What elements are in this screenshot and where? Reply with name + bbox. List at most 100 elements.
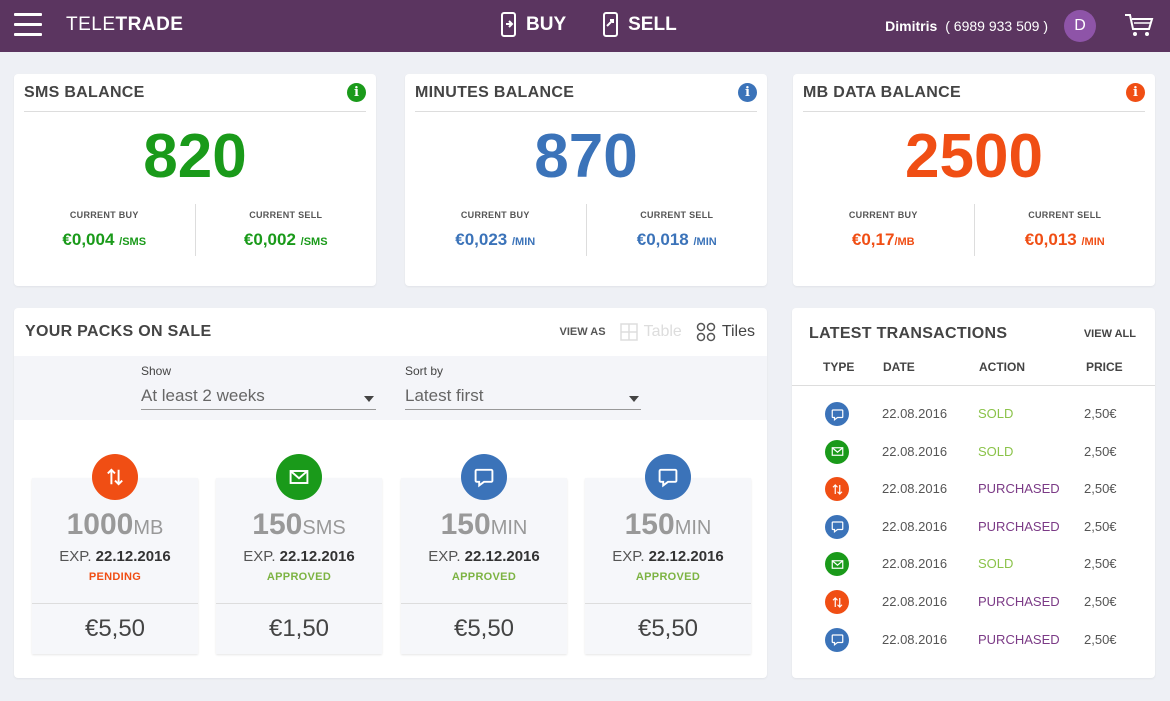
current-sell-price: €0,013 /MIN xyxy=(1024,230,1105,249)
table-row[interactable]: 22.08.2016 SOLD 2,50€ xyxy=(792,396,1170,433)
pack-tile[interactable]: 150MIN EXP. 22.12.2016 APPROVED €5,50 xyxy=(401,478,567,654)
tx-date: 22.08.2016 xyxy=(882,406,948,421)
pack-tile[interactable]: 150MIN EXP. 22.12.2016 APPROVED €5,50 xyxy=(585,478,751,654)
user-menu[interactable]: Dimitris ( 6989 933 509 ) D xyxy=(885,10,1096,42)
show-select[interactable]: At least 2 weeks xyxy=(141,382,376,410)
pack-unit: SMS xyxy=(302,517,346,539)
card-title: SMS BALANCE xyxy=(24,83,145,101)
pack-amount: 150SMS xyxy=(252,508,346,541)
status-badge: PENDING xyxy=(88,571,142,583)
phone-out-icon xyxy=(603,12,619,37)
col-date: DATE xyxy=(883,360,915,374)
pack-tile[interactable]: 1000MB EXP. 22.12.2016 PENDING €5,50 xyxy=(32,478,198,654)
status-badge: APPROVED xyxy=(635,571,701,583)
current-sell-label: CURRENT SELL xyxy=(640,210,714,220)
balance-value: 870 xyxy=(534,122,638,191)
info-icon[interactable]: i xyxy=(1126,83,1145,102)
tx-price: 2,50€ xyxy=(1084,594,1117,609)
pack-unit: MIN xyxy=(490,517,528,539)
current-buy-label: CURRENT BUY xyxy=(848,210,918,220)
pack-price: €5,50 xyxy=(32,603,198,654)
tx-action: SOLD xyxy=(978,556,1014,572)
pack-amount: 1000MB xyxy=(66,508,164,541)
tx-date: 22.08.2016 xyxy=(882,443,948,459)
sell-button[interactable]: SELL xyxy=(602,12,677,38)
status-badge: APPROVED xyxy=(451,571,517,583)
buy-label: BUY xyxy=(526,14,567,35)
chevron-down-icon xyxy=(364,395,374,402)
info-icon[interactable]: i xyxy=(347,83,366,102)
view-all-link[interactable]: VIEW ALL xyxy=(1084,328,1136,340)
view-tiles-toggle[interactable]: Tiles xyxy=(696,322,755,342)
brand-bold: TRADE xyxy=(115,14,184,35)
envelope-icon xyxy=(825,439,849,464)
envelope-icon xyxy=(825,552,849,577)
phone-in-icon xyxy=(501,12,516,37)
menu-icon[interactable] xyxy=(14,13,42,37)
info-icon[interactable]: i xyxy=(738,83,757,102)
data-balance-card: MB DATA BALANCE i 2500 CURRENT BUY €0,17/M… xyxy=(793,74,1155,286)
minutes-balance-card: MINUTES BALANCE i 870 CURRENT BUY €0,023 /… xyxy=(405,74,767,286)
pack-amount: 150MIN xyxy=(440,508,528,541)
tx-date: 22.08.2016 xyxy=(882,631,948,647)
pack-expiry: EXP. 22.12.2016 xyxy=(612,548,724,565)
current-sell-price: €0,002 /SMS xyxy=(243,230,328,249)
tx-price: 2,50€ xyxy=(1084,406,1117,421)
current-buy-label: CURRENT BUY xyxy=(69,210,139,220)
top-bar: TELETRADE BUY SELL Dimitris ( 6989 933 5… xyxy=(0,0,1170,52)
buy-button[interactable]: BUY xyxy=(500,12,566,38)
table-row[interactable]: 22.08.2016 PURCHASED 2,50€ xyxy=(792,509,1170,546)
tx-action: SOLD xyxy=(978,443,1014,459)
current-buy-price: €0,023 /MIN xyxy=(455,230,536,249)
sort-label: Sort by xyxy=(405,364,444,378)
pack-tile[interactable]: 150SMS EXP. 22.12.2016 APPROVED €1,50 xyxy=(216,478,382,654)
tx-action: SOLD xyxy=(978,406,1014,421)
card-title: MINUTES BALANCE xyxy=(415,83,575,101)
tx-price: 2,50€ xyxy=(1084,631,1117,647)
transactions-header: TYPE DATE ACTION PRICE xyxy=(792,360,1155,386)
tx-action: PURCHASED xyxy=(978,518,1060,534)
balance-value: 820 xyxy=(143,122,247,191)
view-table-label: Table xyxy=(643,323,682,340)
chat-icon xyxy=(825,514,849,539)
pack-expiry: EXP. 22.12.2016 xyxy=(428,548,540,565)
chat-icon xyxy=(645,454,691,500)
pack-expiry: EXP. 22.12.2016 xyxy=(243,548,355,565)
table-row[interactable]: 22.08.2016 PURCHASED 2,50€ xyxy=(792,471,1170,508)
current-buy-price: €0,17/MB xyxy=(851,230,915,249)
tx-action: PURCHASED xyxy=(978,594,1060,609)
card-title: MB DATA BALANCE xyxy=(803,83,961,101)
tx-date: 22.08.2016 xyxy=(882,556,948,572)
status-badge: APPROVED xyxy=(266,571,332,583)
chat-icon xyxy=(825,627,849,652)
view-table-toggle[interactable]: Table xyxy=(619,323,682,341)
table-row[interactable]: 22.08.2016 PURCHASED 2,50€ xyxy=(792,584,1170,621)
col-action: ACTION xyxy=(979,360,1025,374)
pack-price: €5,50 xyxy=(401,603,567,654)
col-type: TYPE xyxy=(823,360,855,374)
current-sell-price: €0,018 /MIN xyxy=(636,230,717,249)
packs-title: YOUR PACKS ON SALE xyxy=(25,323,212,340)
cart-icon[interactable] xyxy=(1124,12,1154,43)
envelope-icon xyxy=(276,454,322,500)
packs-filters: Show At least 2 weeks Sort by Latest fir… xyxy=(14,356,767,420)
sort-select[interactable]: Latest first xyxy=(405,382,641,410)
chat-icon xyxy=(825,402,849,426)
view-tiles-label: Tiles xyxy=(721,323,755,340)
user-phone: ( 6989 933 509 ) xyxy=(945,18,1048,34)
balance-value: 2500 xyxy=(905,122,1043,191)
table-row[interactable]: 22.08.2016 SOLD 2,50€ xyxy=(792,546,1170,583)
table-row[interactable]: 22.08.2016 SOLD 2,50€ xyxy=(792,434,1170,471)
sell-label: SELL xyxy=(628,14,677,35)
table-icon xyxy=(619,323,638,341)
current-sell-label: CURRENT SELL xyxy=(249,210,323,220)
tx-price: 2,50€ xyxy=(1084,556,1117,572)
table-row[interactable]: 22.08.2016 PURCHASED 2,50€ xyxy=(792,622,1170,659)
tx-date: 22.08.2016 xyxy=(882,594,948,609)
avatar[interactable]: D xyxy=(1064,10,1096,42)
brand-logo[interactable]: TELETRADE xyxy=(66,14,183,36)
user-name: Dimitris xyxy=(885,18,938,34)
chat-icon xyxy=(461,454,507,500)
top-nav: BUY SELL xyxy=(500,12,677,38)
sort-value: Latest first xyxy=(405,385,484,405)
